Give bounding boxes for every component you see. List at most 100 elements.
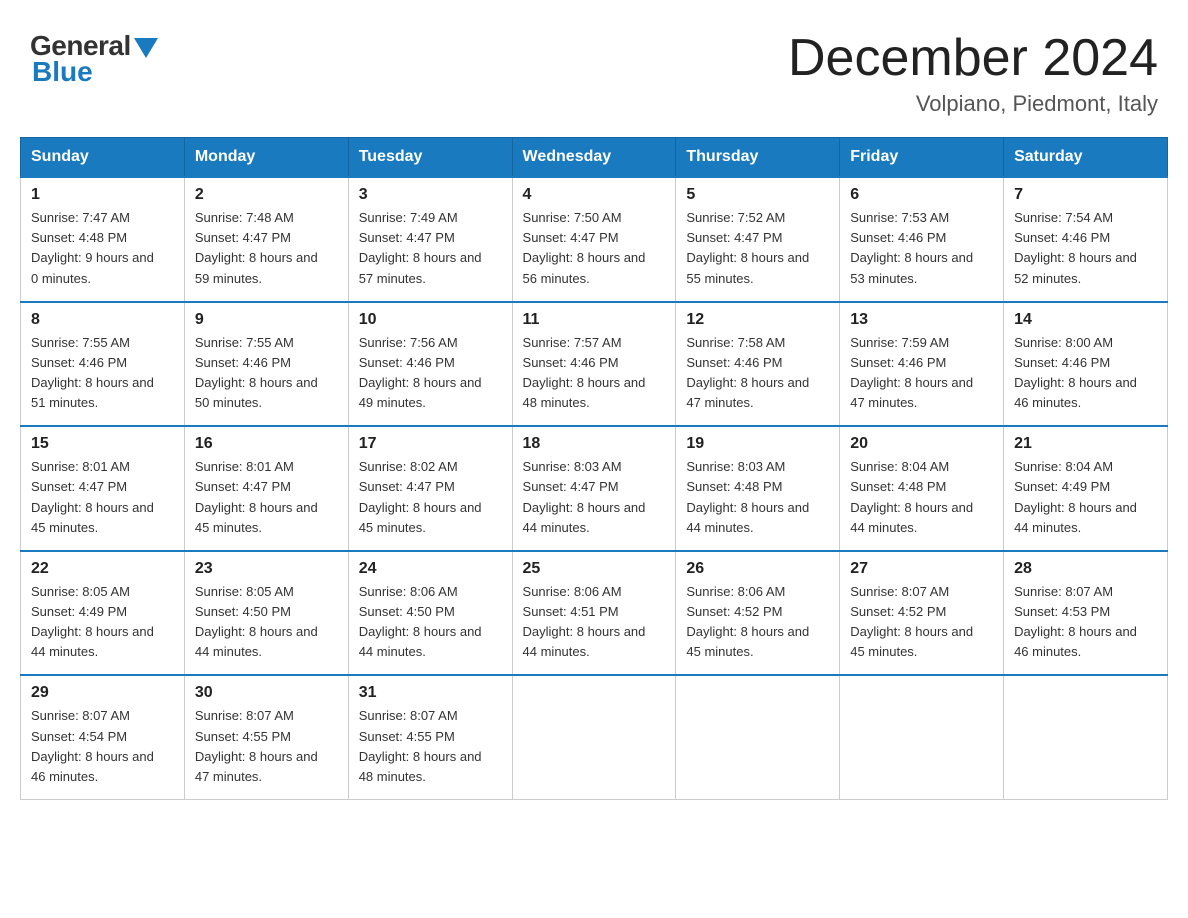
header-saturday: Saturday xyxy=(1004,138,1168,178)
day-number: 7 xyxy=(1014,186,1157,204)
logo: General Blue xyxy=(30,30,158,88)
day-info: Sunrise: 7:48 AMSunset: 4:47 PMDaylight:… xyxy=(195,208,338,289)
table-row: 3 Sunrise: 7:49 AMSunset: 4:47 PMDayligh… xyxy=(348,177,512,302)
day-info: Sunrise: 7:57 AMSunset: 4:46 PMDaylight:… xyxy=(523,333,666,414)
header-sunday: Sunday xyxy=(21,138,185,178)
calendar-week-row: 8 Sunrise: 7:55 AMSunset: 4:46 PMDayligh… xyxy=(21,302,1168,427)
day-number: 27 xyxy=(850,560,993,578)
table-row: 17 Sunrise: 8:02 AMSunset: 4:47 PMDaylig… xyxy=(348,426,512,551)
logo-blue-text: Blue xyxy=(32,56,93,88)
day-number: 23 xyxy=(195,560,338,578)
day-number: 8 xyxy=(31,311,174,329)
table-row: 28 Sunrise: 8:07 AMSunset: 4:53 PMDaylig… xyxy=(1004,551,1168,676)
title-section: December 2024 Volpiano, Piedmont, Italy xyxy=(788,30,1158,117)
day-number: 11 xyxy=(523,311,666,329)
day-number: 16 xyxy=(195,435,338,453)
day-number: 21 xyxy=(1014,435,1157,453)
day-number: 31 xyxy=(359,684,502,702)
table-row: 14 Sunrise: 8:00 AMSunset: 4:46 PMDaylig… xyxy=(1004,302,1168,427)
table-row: 7 Sunrise: 7:54 AMSunset: 4:46 PMDayligh… xyxy=(1004,177,1168,302)
table-row: 2 Sunrise: 7:48 AMSunset: 4:47 PMDayligh… xyxy=(184,177,348,302)
header-tuesday: Tuesday xyxy=(348,138,512,178)
table-row: 10 Sunrise: 7:56 AMSunset: 4:46 PMDaylig… xyxy=(348,302,512,427)
day-number: 2 xyxy=(195,186,338,204)
day-number: 13 xyxy=(850,311,993,329)
day-number: 25 xyxy=(523,560,666,578)
day-info: Sunrise: 7:47 AMSunset: 4:48 PMDaylight:… xyxy=(31,208,174,289)
calendar-week-row: 29 Sunrise: 8:07 AMSunset: 4:54 PMDaylig… xyxy=(21,675,1168,799)
calendar-week-row: 15 Sunrise: 8:01 AMSunset: 4:47 PMDaylig… xyxy=(21,426,1168,551)
header-wednesday: Wednesday xyxy=(512,138,676,178)
day-info: Sunrise: 8:06 AMSunset: 4:51 PMDaylight:… xyxy=(523,582,666,663)
day-info: Sunrise: 8:05 AMSunset: 4:50 PMDaylight:… xyxy=(195,582,338,663)
table-row: 9 Sunrise: 7:55 AMSunset: 4:46 PMDayligh… xyxy=(184,302,348,427)
table-row xyxy=(512,675,676,799)
day-info: Sunrise: 8:04 AMSunset: 4:49 PMDaylight:… xyxy=(1014,457,1157,538)
table-row: 12 Sunrise: 7:58 AMSunset: 4:46 PMDaylig… xyxy=(676,302,840,427)
day-info: Sunrise: 8:02 AMSunset: 4:47 PMDaylight:… xyxy=(359,457,502,538)
month-title: December 2024 xyxy=(788,30,1158,87)
day-number: 12 xyxy=(686,311,829,329)
day-number: 1 xyxy=(31,186,174,204)
location-subtitle: Volpiano, Piedmont, Italy xyxy=(788,91,1158,117)
table-row: 11 Sunrise: 7:57 AMSunset: 4:46 PMDaylig… xyxy=(512,302,676,427)
day-info: Sunrise: 8:01 AMSunset: 4:47 PMDaylight:… xyxy=(195,457,338,538)
calendar-table: Sunday Monday Tuesday Wednesday Thursday… xyxy=(20,137,1168,800)
day-info: Sunrise: 7:55 AMSunset: 4:46 PMDaylight:… xyxy=(31,333,174,414)
day-number: 28 xyxy=(1014,560,1157,578)
day-info: Sunrise: 8:04 AMSunset: 4:48 PMDaylight:… xyxy=(850,457,993,538)
table-row: 16 Sunrise: 8:01 AMSunset: 4:47 PMDaylig… xyxy=(184,426,348,551)
table-row xyxy=(676,675,840,799)
header-thursday: Thursday xyxy=(676,138,840,178)
day-info: Sunrise: 7:58 AMSunset: 4:46 PMDaylight:… xyxy=(686,333,829,414)
day-number: 15 xyxy=(31,435,174,453)
table-row: 23 Sunrise: 8:05 AMSunset: 4:50 PMDaylig… xyxy=(184,551,348,676)
day-number: 10 xyxy=(359,311,502,329)
header-friday: Friday xyxy=(840,138,1004,178)
day-number: 14 xyxy=(1014,311,1157,329)
day-info: Sunrise: 8:01 AMSunset: 4:47 PMDaylight:… xyxy=(31,457,174,538)
day-info: Sunrise: 8:03 AMSunset: 4:48 PMDaylight:… xyxy=(686,457,829,538)
day-number: 29 xyxy=(31,684,174,702)
table-row: 18 Sunrise: 8:03 AMSunset: 4:47 PMDaylig… xyxy=(512,426,676,551)
day-info: Sunrise: 8:05 AMSunset: 4:49 PMDaylight:… xyxy=(31,582,174,663)
day-info: Sunrise: 7:59 AMSunset: 4:46 PMDaylight:… xyxy=(850,333,993,414)
table-row xyxy=(840,675,1004,799)
day-number: 17 xyxy=(359,435,502,453)
day-info: Sunrise: 7:49 AMSunset: 4:47 PMDaylight:… xyxy=(359,208,502,289)
table-row: 26 Sunrise: 8:06 AMSunset: 4:52 PMDaylig… xyxy=(676,551,840,676)
calendar-header-row: Sunday Monday Tuesday Wednesday Thursday… xyxy=(21,138,1168,178)
table-row xyxy=(1004,675,1168,799)
calendar-week-row: 1 Sunrise: 7:47 AMSunset: 4:48 PMDayligh… xyxy=(21,177,1168,302)
day-number: 5 xyxy=(686,186,829,204)
table-row: 13 Sunrise: 7:59 AMSunset: 4:46 PMDaylig… xyxy=(840,302,1004,427)
day-info: Sunrise: 8:07 AMSunset: 4:52 PMDaylight:… xyxy=(850,582,993,663)
day-number: 20 xyxy=(850,435,993,453)
day-number: 18 xyxy=(523,435,666,453)
day-number: 22 xyxy=(31,560,174,578)
day-info: Sunrise: 8:07 AMSunset: 4:55 PMDaylight:… xyxy=(359,706,502,787)
table-row: 20 Sunrise: 8:04 AMSunset: 4:48 PMDaylig… xyxy=(840,426,1004,551)
day-info: Sunrise: 7:55 AMSunset: 4:46 PMDaylight:… xyxy=(195,333,338,414)
page-header: General Blue December 2024 Volpiano, Pie… xyxy=(20,20,1168,117)
day-info: Sunrise: 7:52 AMSunset: 4:47 PMDaylight:… xyxy=(686,208,829,289)
table-row: 1 Sunrise: 7:47 AMSunset: 4:48 PMDayligh… xyxy=(21,177,185,302)
day-info: Sunrise: 8:06 AMSunset: 4:50 PMDaylight:… xyxy=(359,582,502,663)
table-row: 6 Sunrise: 7:53 AMSunset: 4:46 PMDayligh… xyxy=(840,177,1004,302)
day-info: Sunrise: 7:56 AMSunset: 4:46 PMDaylight:… xyxy=(359,333,502,414)
day-number: 6 xyxy=(850,186,993,204)
calendar-week-row: 22 Sunrise: 8:05 AMSunset: 4:49 PMDaylig… xyxy=(21,551,1168,676)
logo-triangle-icon xyxy=(134,38,158,58)
table-row: 27 Sunrise: 8:07 AMSunset: 4:52 PMDaylig… xyxy=(840,551,1004,676)
day-number: 24 xyxy=(359,560,502,578)
table-row: 30 Sunrise: 8:07 AMSunset: 4:55 PMDaylig… xyxy=(184,675,348,799)
day-info: Sunrise: 8:07 AMSunset: 4:53 PMDaylight:… xyxy=(1014,582,1157,663)
table-row: 8 Sunrise: 7:55 AMSunset: 4:46 PMDayligh… xyxy=(21,302,185,427)
header-monday: Monday xyxy=(184,138,348,178)
table-row: 19 Sunrise: 8:03 AMSunset: 4:48 PMDaylig… xyxy=(676,426,840,551)
table-row: 31 Sunrise: 8:07 AMSunset: 4:55 PMDaylig… xyxy=(348,675,512,799)
table-row: 5 Sunrise: 7:52 AMSunset: 4:47 PMDayligh… xyxy=(676,177,840,302)
day-info: Sunrise: 8:06 AMSunset: 4:52 PMDaylight:… xyxy=(686,582,829,663)
table-row: 29 Sunrise: 8:07 AMSunset: 4:54 PMDaylig… xyxy=(21,675,185,799)
day-number: 19 xyxy=(686,435,829,453)
